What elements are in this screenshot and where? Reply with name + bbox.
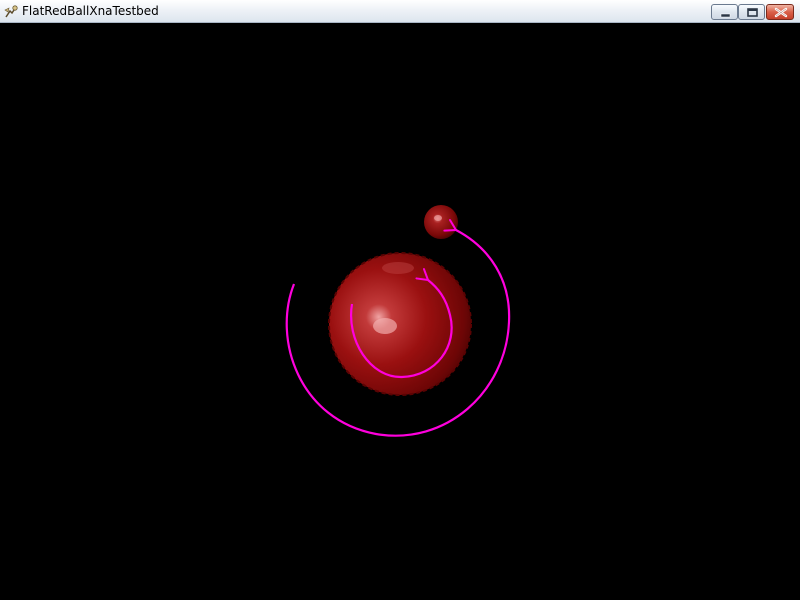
small-red-ball[interactable] [424,205,458,239]
game-viewport[interactable] [0,23,800,600]
minimize-icon [720,13,731,18]
close-button[interactable] [766,4,794,20]
maximize-icon [747,8,758,17]
maximize-button[interactable] [738,4,765,20]
window-title: FlatRedBallXnaTestbed [22,4,159,18]
large-red-ball[interactable] [328,252,472,396]
app-window: FlatRedBallXnaTestbed [0,0,800,600]
flatredball-app-icon[interactable] [3,4,19,20]
title-bar[interactable]: FlatRedBallXnaTestbed [0,0,800,23]
minimize-button[interactable] [711,4,738,20]
scene-canvas [285,205,511,437]
close-icon [774,7,788,18]
